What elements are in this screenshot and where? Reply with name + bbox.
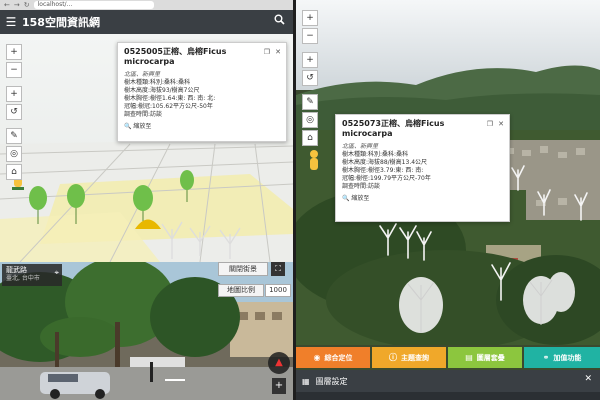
close-icon[interactable]: ✕ bbox=[584, 374, 592, 384]
reload-icon[interactable]: ↻ bbox=[24, 0, 30, 10]
street-city: 臺北, 台中市 bbox=[6, 275, 40, 282]
zoom-out-button[interactable]: − bbox=[6, 62, 22, 78]
button-label: 圖層套疊 bbox=[476, 353, 505, 362]
map-pin-icon[interactable]: ⌖ bbox=[54, 268, 59, 278]
map-controls-right: + − + ↺ ✎ ◎ ⌂ bbox=[302, 10, 318, 146]
popup-line: 樹木高度:海拔93/樹高7公尺 bbox=[124, 87, 200, 94]
pen-icon[interactable]: ✎ bbox=[302, 94, 318, 110]
locate-icon[interactable]: ◎ bbox=[6, 146, 22, 162]
popup-line: 冠幅:樹冠:105.62平方公尺-50年 bbox=[124, 103, 213, 110]
zoom-to-link[interactable]: 🔍 縮放至 bbox=[342, 195, 503, 203]
zoom-out-button[interactable]: − bbox=[302, 28, 318, 44]
target-icon: ◉ bbox=[313, 353, 321, 362]
rotate-icon[interactable]: ↺ bbox=[302, 70, 318, 86]
map-scale-input[interactable]: 1000 bbox=[265, 284, 291, 297]
layers-icon: ▤ bbox=[465, 353, 473, 362]
home-icon[interactable]: ⌂ bbox=[6, 164, 22, 180]
button-label: 加值功能 bbox=[553, 353, 582, 362]
locate-icon[interactable]: ◎ bbox=[302, 112, 318, 128]
app-header: ☰ 158空間資訊網 bbox=[0, 10, 293, 34]
forward-arrow-icon[interactable]: → bbox=[14, 0, 20, 10]
map-controls-left: + − + ↺ ✎ ◎ ⌂ bbox=[6, 44, 22, 180]
page-title: 158空間資訊網 bbox=[22, 16, 100, 29]
layer-overlay-button[interactable]: ▤ 圖層套疊 bbox=[448, 347, 522, 368]
home-icon[interactable]: ⌂ bbox=[302, 130, 318, 146]
close-icon[interactable]: ✕ bbox=[275, 48, 281, 56]
back-arrow-icon[interactable]: ← bbox=[4, 0, 10, 10]
zoom-in-button[interactable]: + bbox=[302, 10, 318, 26]
popup-line: 樹木胸徑:樹徑3.79:東: 西: 南: bbox=[342, 167, 424, 174]
value-added-button[interactable]: ⚭ 加值功能 bbox=[524, 347, 600, 368]
screen: ← → ↻ localhost/... ☰ 158空間資訊網 + − + ↺ ✎… bbox=[0, 0, 600, 400]
map-scale-label: 地圖比例 bbox=[218, 284, 264, 297]
zoom-to-link[interactable]: 🔍 縮放至 bbox=[124, 123, 280, 131]
fullscreen-icon[interactable]: ⛶ bbox=[271, 262, 285, 276]
popup-line: 冠幅:樹徑:199.79平方公尺-70年 bbox=[342, 175, 431, 182]
add-button[interactable]: + bbox=[6, 86, 22, 102]
bottom-strip bbox=[296, 392, 600, 400]
street-info-card: 龍武路 臺北, 台中市 ⌖ bbox=[2, 264, 62, 286]
address-bar[interactable]: localhost/... bbox=[33, 1, 154, 9]
popup-line: 樹木高度:海拔88/樹高13.4公尺 bbox=[342, 159, 428, 166]
maximize-icon[interactable]: ❐ bbox=[487, 120, 493, 128]
tree-popup-right: 0525073正榕、烏榕Ficus microcarpa ❐ ✕ 北區、新興里 … bbox=[335, 114, 510, 222]
popup-line: 調查時間:訪談 bbox=[342, 183, 381, 190]
pen-icon[interactable]: ✎ bbox=[6, 128, 22, 144]
info-icon: ⓘ bbox=[389, 353, 397, 362]
layer-settings-label: 圖層設定 bbox=[315, 376, 348, 386]
popup-line: 樹木種類:科別:桑科:桑科 bbox=[342, 151, 409, 158]
add-button[interactable]: + bbox=[302, 52, 318, 68]
hamburger-icon[interactable]: ☰ bbox=[0, 15, 22, 29]
zoom-in-button[interactable]: + bbox=[6, 44, 22, 60]
layers-icon: ▦ bbox=[302, 376, 310, 386]
button-label: 主題查詢 bbox=[401, 353, 429, 362]
popup-subtitle: 北區、新興里 bbox=[342, 143, 379, 150]
popup-line: 樹木種類:科別:桑科:桑科 bbox=[124, 79, 191, 86]
integrated-locate-button[interactable]: ◉ 綜合定位 bbox=[296, 347, 370, 368]
browser-toolbar: ← → ↻ localhost/... bbox=[0, 0, 293, 10]
theme-query-button[interactable]: ⓘ 主題查詢 bbox=[372, 347, 446, 368]
tree-popup-left: 0525005正榕、烏榕Ficus microcarpa ❐ ✕ 北區、新興里 … bbox=[117, 42, 287, 142]
zoom-to-label: 縮放至 bbox=[133, 123, 152, 130]
left-window: ← → ↻ localhost/... ☰ 158空間資訊網 + − + ↺ ✎… bbox=[0, 0, 293, 400]
layer-settings-bar[interactable]: ▦ 圖層設定 ✕ bbox=[296, 370, 600, 392]
popup-line: 調查時間:訪談 bbox=[124, 111, 163, 118]
popup-title: 0525005正榕、烏榕Ficus microcarpa bbox=[124, 47, 227, 66]
button-label: 綜合定位 bbox=[324, 353, 353, 362]
magnifier-icon: 🔍 bbox=[124, 123, 132, 130]
popup-line: 樹木胸徑:樹徑1.64:東: 西: 南: 北: bbox=[124, 95, 216, 102]
share-icon: ⚭ bbox=[542, 353, 550, 362]
street-name: 龍武路 bbox=[6, 266, 27, 274]
close-street-view-button[interactable]: 關閉街景 bbox=[218, 262, 268, 276]
search-icon[interactable] bbox=[274, 14, 285, 28]
maximize-icon[interactable]: ❐ bbox=[264, 48, 270, 56]
popup-subtitle: 北區、新興里 bbox=[124, 71, 161, 78]
compass-icon[interactable]: ▲ bbox=[268, 352, 290, 374]
zoom-to-label: 縮放至 bbox=[351, 195, 370, 202]
street-zoom-in-button[interactable]: + bbox=[272, 378, 286, 394]
rotate-icon[interactable]: ↺ bbox=[6, 104, 22, 120]
popup-title: 0525073正榕、烏榕Ficus microcarpa bbox=[342, 119, 445, 138]
magnifier-icon: 🔍 bbox=[342, 195, 350, 202]
close-icon[interactable]: ✕ bbox=[498, 120, 504, 128]
